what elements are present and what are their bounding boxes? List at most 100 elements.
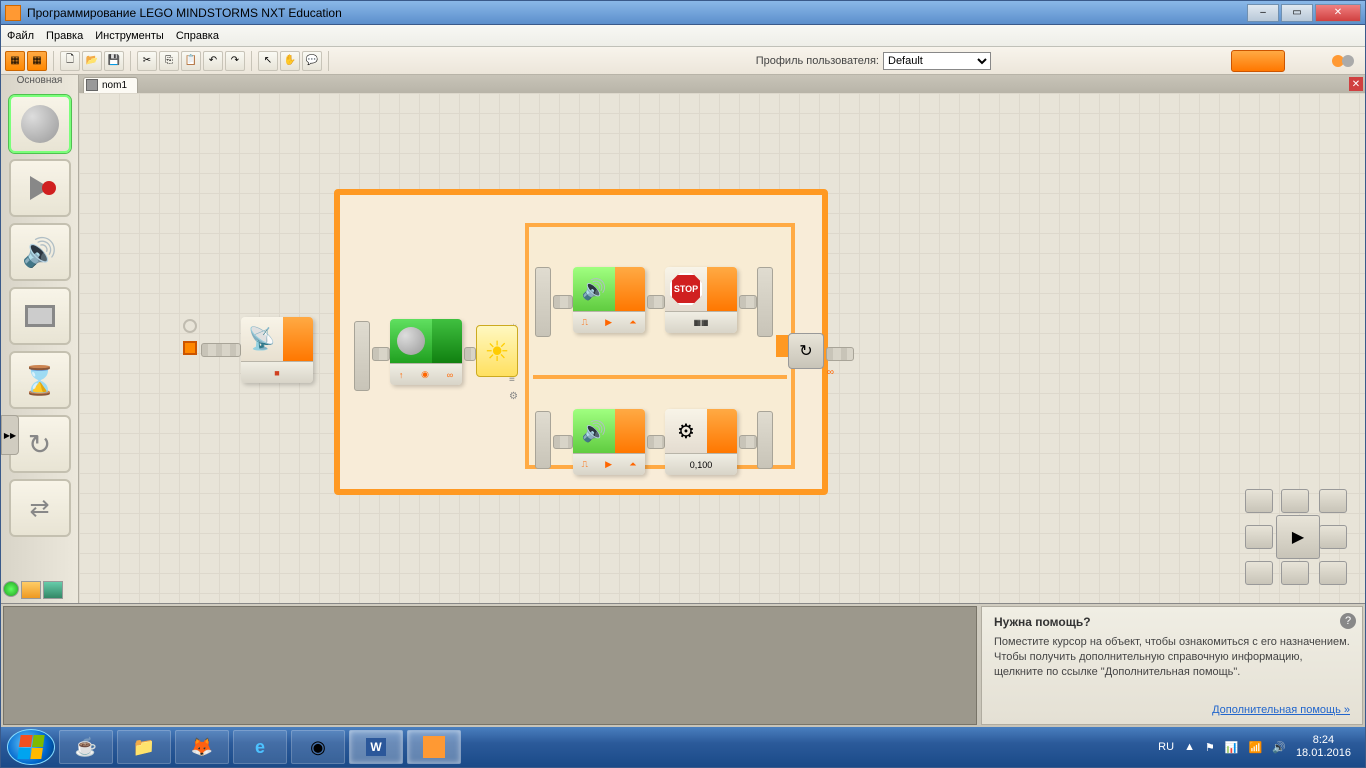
menu-tools[interactable]: Инструменты [95,30,164,42]
tray-volume-icon[interactable]: 🔊 [1272,741,1286,754]
maximize-button[interactable]: ▭ [1281,4,1313,22]
sound-block-lower[interactable]: 🔊 ⎍▶⏶ [573,409,645,475]
switch-right-cap-upper [757,267,773,337]
redo-button[interactable]: ↷ [225,51,245,71]
palette-wait-block[interactable]: ⌛ [9,351,71,409]
nav-down[interactable] [1281,561,1309,585]
minimize-button[interactable]: – [1247,4,1279,22]
tab-nom1[interactable]: nom1 [83,77,138,93]
nav-bottom-right[interactable] [1319,561,1347,585]
tab-bar: nom1 ✕ [79,75,1365,93]
tab-close-button[interactable]: ✕ [1349,77,1363,91]
new-button[interactable]: 🗋 [60,51,80,71]
tray-signal-icon[interactable]: 📶 [1249,741,1263,754]
tray-lang[interactable]: RU [1158,741,1174,753]
tray-network-icon[interactable]: 📊 [1225,741,1239,754]
nav-top-right[interactable] [1319,489,1347,513]
start-button[interactable] [7,729,55,765]
profile-select[interactable]: Default [883,52,991,70]
start-node[interactable] [183,341,199,365]
canvas[interactable]: 📡 ■ 🔊 ⎍▶⏶ [79,93,1365,603]
palette-sound-block[interactable]: 🔊 [9,223,71,281]
nav-right[interactable] [1319,525,1347,549]
open-button[interactable]: 📂 [82,51,102,71]
motor-block[interactable]: ⚙ 0,100 [665,409,737,475]
palette-common-button[interactable] [3,581,19,597]
palette-display-block[interactable] [9,287,71,345]
taskbar-nxt-icon[interactable] [407,730,461,764]
pointer-tool-2-button[interactable]: ▦ [27,51,47,71]
undo-button[interactable]: ↶ [203,51,223,71]
profile-label: Профиль пользователя: [756,55,879,67]
sun-icon: ☀ [484,335,509,368]
sound-block-upper[interactable]: 🔊 ⎍▶⏶ [573,267,645,333]
copy-button[interactable]: ⎘ [159,51,179,71]
cut-button[interactable]: ✂ [137,51,157,71]
taskbar-explorer-icon[interactable]: 📁 [117,730,171,764]
wait-ultrasonic-block[interactable]: 📡 ■ [241,317,313,383]
tray-action-center-icon[interactable]: ⚑ [1205,741,1215,754]
paste-button[interactable]: 📋 [181,51,201,71]
loop-end-button[interactable]: ↻ [788,333,824,369]
palette-move-block[interactable] [9,95,71,153]
palette-record-block[interactable] [9,159,71,217]
window-title: Программирование LEGO MINDSTORMS NXT Edu… [27,6,1247,20]
config-panel [3,606,977,725]
user-button[interactable] [1325,50,1361,72]
loop-block-outer[interactable]: 🔊 ⎍▶⏶ STOP ▦▦ [334,189,828,495]
menu-edit[interactable]: Правка [46,30,83,42]
beam [647,435,665,449]
stop-block[interactable]: STOP ▦▦ [665,267,737,333]
taskbar-word-icon[interactable]: W [349,730,403,764]
nav-left[interactable] [1245,525,1273,549]
taskbar-ie-icon[interactable]: e [233,730,287,764]
speaker-icon: 🔊 [22,236,57,269]
comment-button[interactable]: 💬 [302,51,322,71]
nav-bottom-left[interactable] [1245,561,1273,585]
beam [826,347,854,361]
nav-play-button[interactable]: ▶ [1276,515,1320,559]
help-icon[interactable]: ? [1340,613,1356,629]
beam [464,347,476,361]
windows-icon [17,735,44,759]
tab-label: nom1 [102,80,127,91]
switch-left-cap-lower [535,411,551,469]
switch-icon: ⇄ [29,494,49,523]
nav-up[interactable] [1281,489,1309,513]
help-body: Поместите курсор на объект, чтобы ознако… [994,635,1350,680]
taskbar-firefox-icon[interactable]: 🦊 [175,730,229,764]
nxt-download-button[interactable] [1231,50,1285,72]
beam [372,347,390,361]
play-icon: ▶ [1292,527,1304,547]
switch-block-inner[interactable]: 🔊 ⎍▶⏶ STOP ▦▦ [525,223,795,469]
infinity-icon: ∞ [827,367,834,378]
loop-left-cap [354,321,370,391]
app-icon [5,5,21,21]
beam [739,435,757,449]
pan-button[interactable]: ✋ [280,51,300,71]
move-block[interactable]: СВ ↑◉∞ [390,319,462,385]
taskbar-chrome-icon[interactable]: ◉ [291,730,345,764]
nav-top-left[interactable] [1245,489,1273,513]
palette-expand-handle[interactable]: ▶▶ [1,415,19,455]
palette-switch-block[interactable]: ⇄ [9,479,71,537]
switch-right-cap-lower [757,411,773,469]
palette-complete-button[interactable] [21,581,41,599]
menu-help[interactable]: Справка [176,30,219,42]
menu-file[interactable]: Файл [7,30,34,42]
tray-flag-icon[interactable]: ▲ [1184,741,1195,753]
tray-clock[interactable]: 8:24 18.01.2016 [1296,734,1351,760]
pointer-tool-button[interactable]: ▦ [5,51,25,71]
taskbar-java-icon[interactable]: ☕ [59,730,113,764]
help-box: ? Нужна помощь? Поместите курсор на объе… [981,606,1363,725]
help-more-link[interactable]: Дополнительная помощь » [1212,704,1350,716]
hourglass-icon: ⌛ [22,364,57,397]
light-sensor-block[interactable]: ☀ [476,325,518,377]
tray-time: 8:24 [1296,734,1351,747]
close-button[interactable]: ✕ [1315,4,1361,22]
save-button[interactable]: 💾 [104,51,124,71]
palette-custom-button[interactable] [43,581,63,599]
nav-controller: ▶ [1241,485,1351,589]
cursor-button[interactable]: ↖ [258,51,278,71]
menubar: Файл Правка Инструменты Справка [1,25,1365,47]
